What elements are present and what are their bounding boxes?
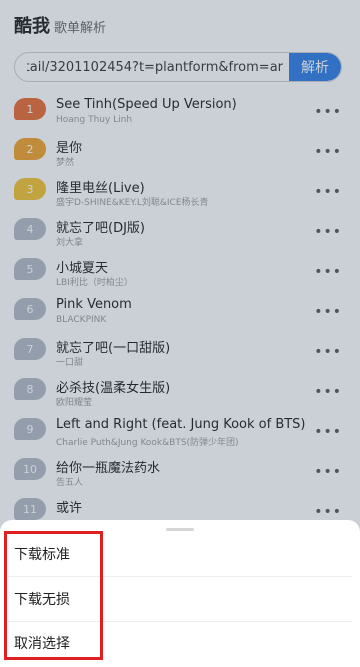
bottom-sheet: 下载标准 下载无损 取消选择	[0, 520, 360, 667]
cancel-selection-label: 取消选择	[14, 636, 70, 652]
download-lossless-option[interactable]: 下载无损	[0, 577, 360, 621]
sheet-handle[interactable]	[166, 528, 194, 531]
download-standard-label: 下载标准	[14, 547, 70, 563]
cancel-selection-option[interactable]: 取消选择	[0, 621, 360, 665]
download-lossless-label: 下载无损	[14, 592, 70, 608]
download-standard-option[interactable]: 下载标准	[0, 532, 360, 576]
